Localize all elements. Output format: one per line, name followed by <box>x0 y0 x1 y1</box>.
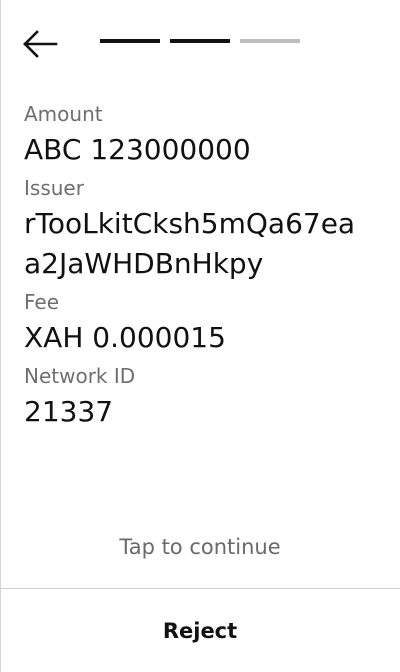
header <box>0 0 400 88</box>
arrow-left-icon <box>22 26 58 62</box>
reject-button[interactable]: Reject <box>0 589 400 672</box>
left-border <box>0 0 1 672</box>
progress-step-1 <box>100 39 160 43</box>
transaction-details: Amount ABC 123000000 Issuer rTooLkitCksh… <box>24 100 384 436</box>
fee-label: Fee <box>24 290 60 314</box>
network-id-label: Network ID <box>24 364 136 388</box>
network-id-value: 21337 <box>24 395 114 428</box>
issuer-label: Issuer <box>24 176 84 200</box>
fee-value: XAH 0.000015 <box>24 321 226 354</box>
tap-to-continue-button[interactable]: Tap to continue <box>0 530 400 564</box>
amount-value: ABC 123000000 <box>24 133 251 166</box>
progress-step-2 <box>170 39 230 43</box>
amount-label: Amount <box>24 102 103 126</box>
back-button[interactable] <box>22 26 58 62</box>
issuer-value: rTooLkitCksh5mQa67eaa2JaWHDBnHkpy <box>24 207 356 280</box>
reject-label: Reject <box>162 618 238 643</box>
progress-step-3 <box>240 39 300 43</box>
